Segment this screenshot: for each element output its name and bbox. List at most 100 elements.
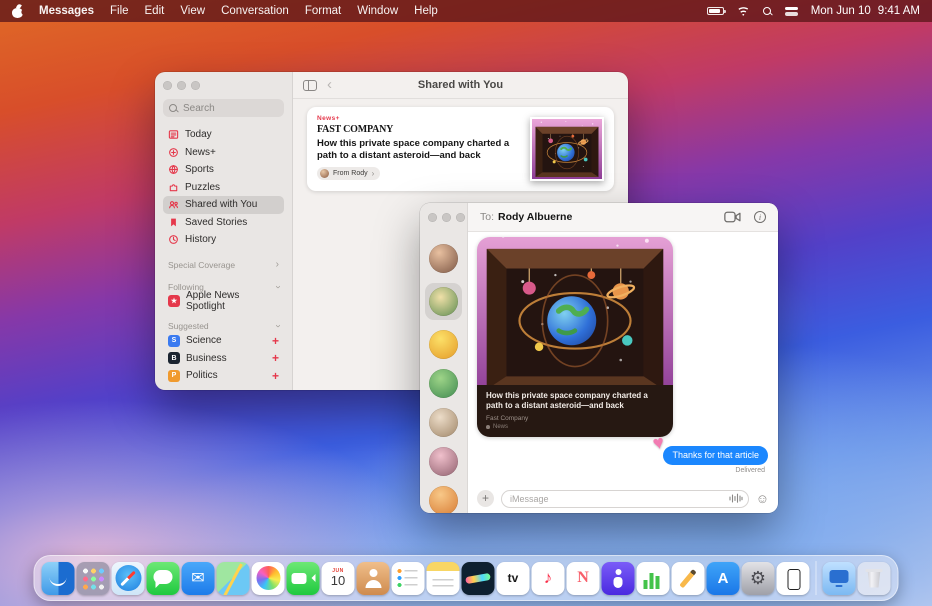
info-icon[interactable]: i — [754, 211, 766, 223]
dock-music-icon[interactable] — [532, 562, 565, 595]
conversation-avatar[interactable] — [429, 369, 458, 398]
dock-podcasts-icon[interactable] — [602, 562, 635, 595]
sidebar-toggle-icon[interactable] — [303, 80, 317, 91]
dock-calendar-icon[interactable]: JUN 10 — [322, 562, 355, 595]
dock-freeform-icon[interactable] — [462, 562, 495, 595]
puzzles-icon — [168, 182, 179, 193]
follow-topic-button[interactable]: + — [272, 335, 279, 347]
wifi-icon[interactable] — [737, 6, 750, 16]
conversation-avatar-selected[interactable] — [425, 283, 462, 320]
dock-photos-icon[interactable] — [252, 562, 285, 595]
sent-message-bubble[interactable]: Thanks for that article — [663, 446, 768, 465]
history-clock-icon — [168, 234, 179, 245]
dock-facetime-icon[interactable] — [287, 562, 320, 595]
menu-file[interactable]: File — [110, 5, 129, 17]
dock-maps-icon[interactable] — [217, 562, 250, 595]
bookmark-icon — [168, 217, 179, 228]
news-search-field[interactable] — [163, 99, 284, 117]
preview-headline: How this private space company charted a… — [486, 391, 664, 412]
add-attachment-button[interactable]: + — [477, 490, 494, 507]
menu-conversation[interactable]: Conversation — [221, 5, 289, 17]
conversation-avatar[interactable] — [429, 330, 458, 359]
sidebar-item-science[interactable]: S Science + — [163, 332, 284, 350]
sidebar-item-business[interactable]: B Business + — [163, 350, 284, 368]
article-headline: How this private space company charted a… — [317, 138, 520, 162]
sidebar-item-puzzles[interactable]: Puzzles — [163, 179, 284, 197]
sidebar-item-today[interactable]: Today — [163, 126, 284, 144]
emoji-picker-icon[interactable]: ☺ — [756, 492, 769, 505]
conversation-avatar[interactable] — [429, 408, 458, 437]
minimize-window-button[interactable] — [442, 213, 451, 222]
close-window-button[interactable] — [428, 213, 437, 222]
publisher-masthead: FAST COMPANY — [317, 124, 520, 135]
apple-logo-icon — [486, 425, 490, 429]
follow-topic-button[interactable]: + — [272, 352, 279, 364]
shared-article-preview[interactable]: How this private space company charted a… — [477, 237, 673, 437]
menu-bar: Messages File Edit View Conversation For… — [0, 0, 932, 22]
dock-news-icon[interactable] — [567, 562, 600, 595]
sidebar-item-history[interactable]: History — [163, 231, 284, 249]
news-plus-icon — [168, 147, 179, 158]
dock-system-settings-icon[interactable] — [742, 562, 775, 595]
zoom-window-button[interactable] — [191, 81, 200, 90]
shared-from-pill[interactable]: From Rody › — [317, 167, 380, 180]
audio-message-icon[interactable] — [729, 493, 743, 503]
battery-icon[interactable] — [707, 7, 724, 15]
menu-edit[interactable]: Edit — [145, 5, 165, 17]
zoom-window-button[interactable] — [456, 213, 465, 222]
dock-trash-icon[interactable] — [858, 562, 891, 595]
facetime-video-icon[interactable] — [724, 211, 741, 223]
dock-launchpad-icon[interactable] — [77, 562, 110, 595]
menu-help[interactable]: Help — [414, 5, 438, 17]
sidebar-item-politics[interactable]: P Politics + — [163, 367, 284, 385]
menu-window[interactable]: Window — [357, 5, 398, 17]
conversation-header: To: Rody Albuerne i — [468, 203, 778, 232]
dock: JUN 10 — [34, 555, 899, 601]
menu-bar-clock[interactable]: Mon Jun 10 9:41 AM — [811, 5, 920, 17]
conversation-avatar[interactable] — [429, 447, 458, 476]
dock-screen-sharing-icon[interactable] — [823, 562, 856, 595]
dock-pages-icon[interactable] — [672, 562, 705, 595]
sidebar-item-shared-with-you[interactable]: Shared with You — [163, 196, 284, 214]
dock-app-store-icon[interactable] — [707, 562, 740, 595]
dock-apple-tv-icon[interactable] — [497, 562, 530, 595]
close-window-button[interactable] — [163, 81, 172, 90]
dock-iphone-mirroring-icon[interactable] — [777, 562, 810, 595]
news-traffic-lights — [163, 81, 284, 90]
dock-contacts-icon[interactable] — [357, 562, 390, 595]
apple-menu-icon[interactable] — [12, 5, 23, 18]
back-chevron-icon[interactable]: ‹ — [327, 77, 332, 92]
section-suggested[interactable]: Suggested › — [163, 320, 284, 332]
dock-messages-icon[interactable] — [147, 562, 180, 595]
shared-article-card[interactable]: News+ FAST COMPANY How this private spac… — [307, 107, 614, 191]
sidebar-item-sports[interactable]: Sports — [163, 161, 284, 179]
dock-safari-icon[interactable] — [112, 562, 145, 595]
sidebar-item-label: Science — [186, 335, 222, 346]
conversation-avatar-list — [425, 244, 462, 513]
section-special-coverage[interactable]: Special Coverage › — [163, 259, 284, 271]
follow-topic-button[interactable]: + — [272, 370, 279, 382]
dock-reminders-icon[interactable] — [392, 562, 425, 595]
sidebar-item-saved-stories[interactable]: Saved Stories — [163, 214, 284, 232]
menu-view[interactable]: View — [180, 5, 205, 17]
chevron-right-icon: › — [276, 260, 279, 270]
sidebar-item-label: News+ — [185, 147, 216, 158]
menu-format[interactable]: Format — [305, 5, 341, 17]
minimize-window-button[interactable] — [177, 81, 186, 90]
spotlight-search-icon[interactable] — [763, 7, 772, 16]
dock-mail-icon[interactable] — [182, 562, 215, 595]
news-plus-badge: News+ — [317, 115, 520, 122]
dock-notes-icon[interactable] — [427, 562, 460, 595]
chevron-down-icon: › — [272, 324, 282, 327]
conversation-avatar[interactable] — [429, 244, 458, 273]
search-input[interactable] — [183, 103, 273, 114]
conversation-avatar[interactable] — [429, 486, 458, 513]
sidebar-item-news-plus[interactable]: News+ — [163, 144, 284, 162]
menu-app-name[interactable]: Messages — [39, 5, 94, 17]
imessage-input[interactable] — [501, 490, 749, 508]
control-center-icon[interactable] — [785, 7, 798, 16]
dock-finder-icon[interactable] — [42, 562, 75, 595]
sidebar-item-apple-news-spotlight[interactable]: ★ Apple News Spotlight — [163, 293, 284, 311]
dock-numbers-icon[interactable] — [637, 562, 670, 595]
sidebar-item-label: Sports — [185, 164, 214, 175]
